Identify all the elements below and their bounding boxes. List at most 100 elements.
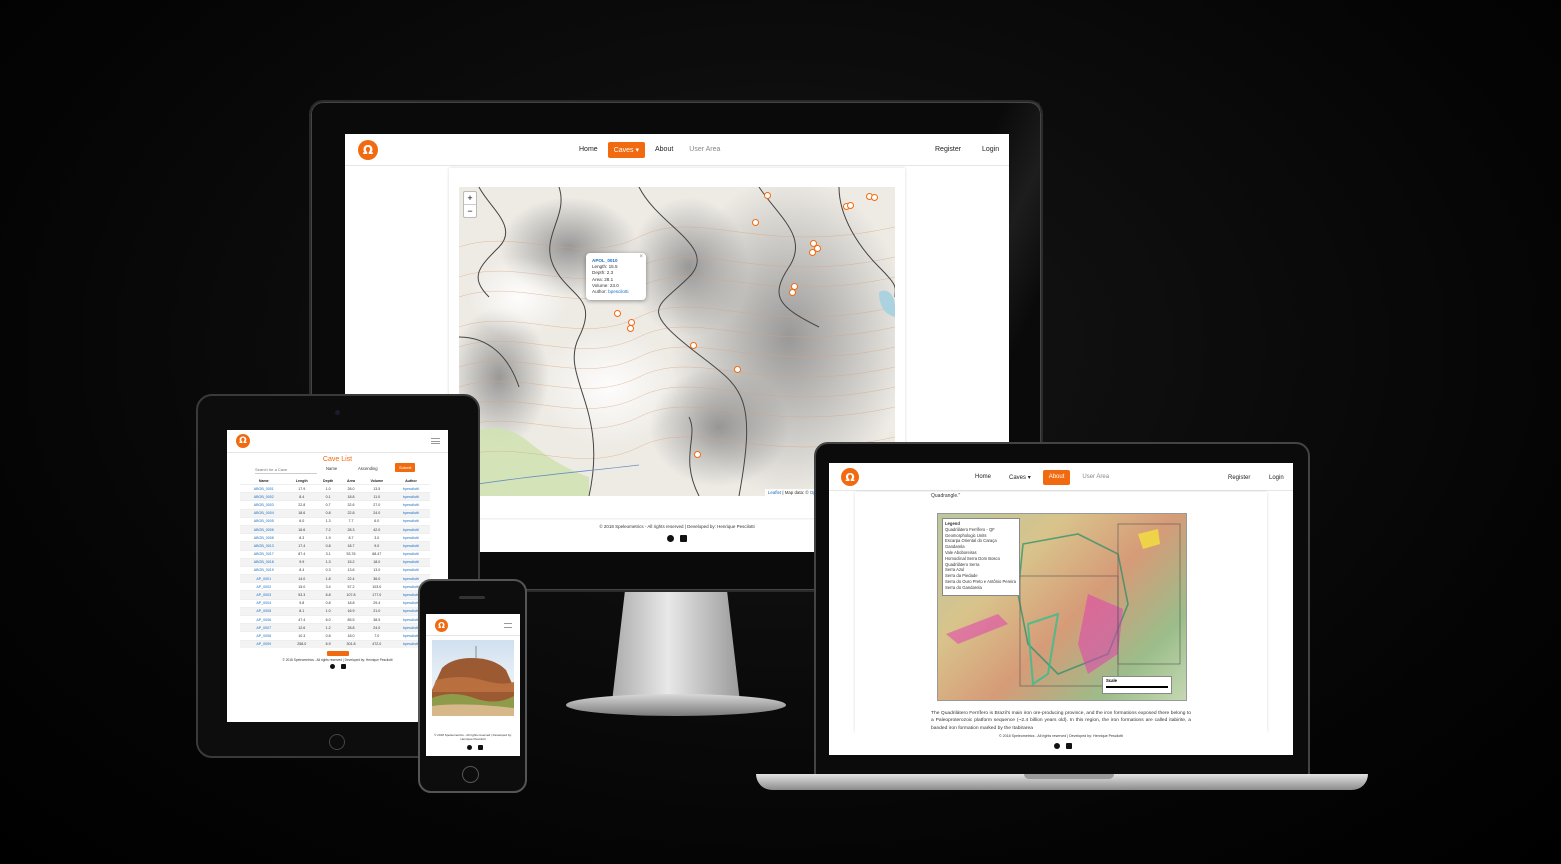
cave-marker[interactable] [694,451,701,458]
table-cell: 6.0 [287,516,317,526]
author-link[interactable]: bpescilotti [391,549,430,559]
table-row: AP_0004 9.8 0.8 18.8 29.4 bpescilotti [240,598,430,608]
github-icon[interactable] [467,745,472,750]
table-cell: 6.9 [316,639,341,648]
nav-user-area[interactable]: User Area [683,142,726,158]
table-cell: 0.8 [316,598,341,608]
load-more-button[interactable] [326,650,349,656]
author-link[interactable]: bpescilotti [391,565,430,575]
search-input[interactable] [255,465,317,474]
linkedin-icon[interactable] [680,535,687,542]
author-link[interactable]: bpescilotti [391,492,430,501]
laptop-brand-logo[interactable]: Ω [841,468,859,486]
author-link[interactable]: bpescilotti [391,524,430,534]
author-link[interactable]: bpescilotti [391,557,430,567]
phone-home-button[interactable] [462,766,479,783]
legend-item: Serra do Gandarela [945,584,982,590]
cave-marker[interactable] [809,249,816,256]
cave-name-link[interactable]: ABOB_0017 [240,549,288,559]
linkedin-icon[interactable] [478,745,483,750]
cave-name-link[interactable]: ABOB_0005 [240,516,288,526]
hamburger-menu-icon[interactable] [504,623,512,628]
sort-field-select[interactable]: Name [326,466,337,471]
cave-name-link[interactable]: AP_0002 [240,582,288,591]
zoom-in-button[interactable]: + [464,192,476,204]
cave-marker[interactable] [734,366,741,373]
table-cell: 18.7 [340,541,362,550]
nav-about[interactable]: About [1042,470,1071,485]
linkedin-icon[interactable] [340,663,346,669]
cave-name-link[interactable]: ABOB_0013 [240,541,288,550]
monitor-glare [880,102,1040,432]
tablet-brand-logo[interactable]: Ω [236,434,250,448]
table-cell: 38.5 [361,614,392,624]
sort-order-select[interactable]: Ascending [358,466,378,471]
table-cell: 0.1 [316,492,341,501]
cave-name-link[interactable]: AP_0009 [240,639,288,648]
linkedin-icon[interactable] [1066,743,1072,749]
table-header-cell: Volume [370,478,384,483]
nav-login[interactable]: Login [1263,471,1290,485]
table-cell: 3.0 [361,533,392,542]
github-icon[interactable] [667,535,674,542]
cave-name-link[interactable]: ABOB_0006 [240,524,288,534]
nav-home[interactable]: Home [573,142,604,158]
popup-author-link[interactable]: bpescilotti [608,289,628,294]
table-cell: 6.0 [316,614,341,624]
author-link[interactable]: bpescilotti [391,508,430,518]
github-icon[interactable] [329,663,335,669]
leaflet-link[interactable]: Leaflet [768,490,781,495]
cave-name-link[interactable]: AP_0005 [240,606,288,616]
cave-marker[interactable] [847,202,854,209]
nav-about[interactable]: About [649,142,679,158]
table-row: ABOB_0005 6.0 1.3 7.7 6.0 bpescilotti [240,516,430,526]
tablet-camera [335,410,340,415]
brand-logo[interactable]: Ω [358,140,378,160]
cave-marker[interactable] [752,219,759,226]
monitor-stand-neck [612,592,740,702]
cave-name-link[interactable]: ABOB_0008 [240,533,288,542]
phone-brand-logo[interactable]: Ω [435,619,448,632]
tablet-home-button[interactable] [329,734,345,750]
cave-name-link[interactable]: ABOB_0002 [240,492,288,501]
nav-caves-dropdown[interactable]: Caves ▾ [607,142,645,158]
cave-photo-graphic [432,646,514,716]
cave-name-link[interactable]: ABOB_0001 [240,483,288,493]
cave-name-link[interactable]: AP_0003 [240,590,288,600]
zoom-out-button[interactable]: − [464,204,476,217]
cave-name-link[interactable]: ABOB_0018 [240,557,288,567]
cave-marker[interactable] [614,310,621,317]
cave-marker[interactable] [690,342,697,349]
cave-marker[interactable] [789,289,796,296]
nav-caves-dropdown[interactable]: Caves ▾ [1003,470,1037,485]
cave-name-link[interactable]: AP_0001 [240,574,288,583]
about-lead-text: Quadrangle." [931,493,961,499]
cave-marker[interactable] [764,192,771,199]
cave-name-link[interactable]: AP_0007 [240,623,288,632]
cave-name-link[interactable]: AP_0006 [240,614,288,624]
submit-button[interactable]: Submit [395,463,416,472]
nav-register[interactable]: Register [1222,471,1256,485]
nav-user-area[interactable]: User Area [1076,470,1115,485]
cave-name-link[interactable]: ABOB_0019 [240,565,288,575]
cave-name-link[interactable]: AP_0008 [240,631,288,641]
table-cell: 53.3 [287,590,317,600]
cave-marker[interactable] [871,194,878,201]
author-link[interactable]: bpescilotti [391,533,430,542]
cave-name-link[interactable]: ABOB_0004 [240,508,288,518]
github-icon[interactable] [1054,743,1060,749]
table-cell: 0.7 [316,500,341,510]
nav-home[interactable]: Home [969,470,997,485]
table-cell: 1.3 [316,516,341,526]
cave-marker[interactable] [627,325,634,332]
author-link[interactable]: bpescilotti [391,516,430,526]
table-cell: 10.3 [287,631,317,641]
cave-name-link[interactable]: ABOB_0003 [240,500,288,510]
popup-close-button[interactable]: × [639,254,643,260]
author-link[interactable]: bpescilotti [391,500,430,510]
cave-name-link[interactable]: AP_0004 [240,598,288,608]
table-row: ABOB_0008 8.3 1.9 8.7 3.0 bpescilotti [240,533,430,542]
hamburger-menu-icon[interactable] [431,438,440,444]
author-link[interactable]: bpescilotti [391,483,430,493]
author-link[interactable]: bpescilotti [391,541,430,550]
